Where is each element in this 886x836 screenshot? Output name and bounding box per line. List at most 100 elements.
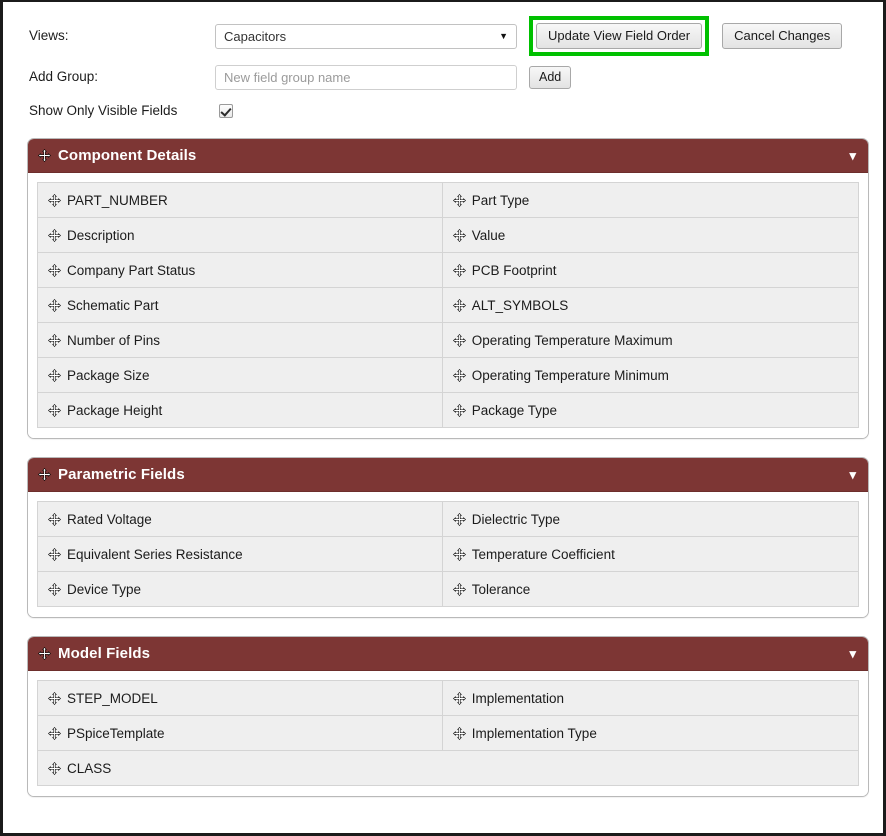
field-item[interactable]: Dielectric Type	[442, 502, 858, 537]
field-name: Package Type	[472, 403, 557, 418]
move-handle-icon[interactable]	[453, 264, 466, 277]
field-item[interactable]: Device Type	[38, 572, 443, 607]
move-handle-icon[interactable]	[38, 468, 51, 481]
field-item[interactable]: Tolerance	[442, 572, 858, 607]
field-item[interactable]: Schematic Part	[38, 288, 443, 323]
chevron-down-icon[interactable]: ▾	[849, 468, 856, 481]
field-name: Package Size	[67, 368, 150, 383]
add-group-button[interactable]: Add	[529, 66, 571, 89]
update-button-highlight: Update View Field Order	[529, 16, 709, 56]
field-order-editor-page: Views: Capacitors ▼ Update View Field Or…	[0, 0, 886, 836]
field-item[interactable]: PART_NUMBER	[38, 183, 443, 218]
move-handle-icon[interactable]	[48, 299, 61, 312]
move-handle-icon[interactable]	[453, 299, 466, 312]
show-only-visible-row: Show Only Visible Fields	[29, 99, 869, 123]
field-name: CLASS	[67, 761, 111, 776]
field-item[interactable]: PCB Footprint	[442, 253, 858, 288]
cancel-changes-button[interactable]: Cancel Changes	[722, 23, 842, 49]
move-handle-icon[interactable]	[453, 334, 466, 347]
field-item[interactable]: Package Size	[38, 358, 443, 393]
field-item[interactable]: CLASS	[38, 751, 859, 786]
move-handle-icon[interactable]	[48, 264, 61, 277]
views-select[interactable]: Capacitors ▼	[215, 24, 517, 49]
field-name: Schematic Part	[67, 298, 159, 313]
move-handle-icon[interactable]	[453, 583, 466, 596]
views-label: Views:	[29, 28, 215, 44]
chevron-down-icon[interactable]: ▾	[849, 149, 856, 162]
field-group-header[interactable]: Parametric Fields▾	[28, 458, 868, 492]
field-name: Company Part Status	[67, 263, 195, 278]
move-handle-icon[interactable]	[453, 692, 466, 705]
move-handle-icon[interactable]	[48, 513, 61, 526]
move-handle-icon[interactable]	[48, 404, 61, 417]
move-handle-icon[interactable]	[48, 334, 61, 347]
field-name: Implementation Type	[472, 726, 597, 741]
field-item[interactable]: Package Height	[38, 393, 443, 428]
field-name: Number of Pins	[67, 333, 160, 348]
field-item[interactable]: Value	[442, 218, 858, 253]
field-row: STEP_MODEL Implementation	[38, 681, 859, 716]
field-row: Number of Pins Operating Temperature Maxi…	[38, 323, 859, 358]
view-toolbar: Views: Capacitors ▼ Update View Field Or…	[17, 12, 869, 138]
field-item[interactable]: Equivalent Series Resistance	[38, 537, 443, 572]
field-item[interactable]: Company Part Status	[38, 253, 443, 288]
field-group-header[interactable]: Model Fields▾	[28, 637, 868, 671]
new-field-group-name-input[interactable]	[215, 65, 517, 90]
field-row: PSpiceTemplate Implementation Type	[38, 716, 859, 751]
move-handle-icon[interactable]	[453, 548, 466, 561]
chevron-down-icon: ▼	[493, 32, 508, 41]
move-handle-icon[interactable]	[48, 762, 61, 775]
field-row: Package Height Package Type	[38, 393, 859, 428]
show-only-visible-fields-checkbox[interactable]	[219, 104, 233, 118]
field-name: PCB Footprint	[472, 263, 557, 278]
views-row: Views: Capacitors ▼ Update View Field Or…	[29, 16, 869, 56]
field-name: Package Height	[67, 403, 162, 418]
move-handle-icon[interactable]	[48, 229, 61, 242]
field-item[interactable]: Number of Pins	[38, 323, 443, 358]
move-handle-icon[interactable]	[453, 229, 466, 242]
field-name: Temperature Coefficient	[472, 547, 615, 562]
chevron-down-icon[interactable]: ▾	[849, 647, 856, 660]
field-item[interactable]: Operating Temperature Maximum	[442, 323, 858, 358]
field-row: Schematic Part ALT_SYMBOLS	[38, 288, 859, 323]
field-name: PART_NUMBER	[67, 193, 168, 208]
update-view-field-order-button[interactable]: Update View Field Order	[536, 23, 702, 49]
field-row: Rated VoltageDielectric Type	[38, 502, 859, 537]
field-item[interactable]: Operating Temperature Minimum	[442, 358, 858, 393]
field-name: Device Type	[67, 582, 141, 597]
move-handle-icon[interactable]	[48, 548, 61, 561]
move-handle-icon[interactable]	[453, 727, 466, 740]
field-name: Operating Temperature Maximum	[472, 333, 673, 348]
move-handle-icon[interactable]	[48, 194, 61, 207]
field-name: ALT_SYMBOLS	[472, 298, 569, 313]
field-item[interactable]: ALT_SYMBOLS	[442, 288, 858, 323]
field-group-title: Model Fields	[58, 645, 849, 662]
field-item[interactable]: Description	[38, 218, 443, 253]
field-name: Value	[472, 228, 506, 243]
field-item[interactable]: Implementation Type	[442, 716, 858, 751]
move-handle-icon[interactable]	[453, 404, 466, 417]
move-handle-icon[interactable]	[38, 647, 51, 660]
move-handle-icon[interactable]	[48, 692, 61, 705]
field-item[interactable]: Implementation	[442, 681, 858, 716]
move-handle-icon[interactable]	[38, 149, 51, 162]
move-handle-icon[interactable]	[453, 513, 466, 526]
field-groups-container: Component Details▾PART_NUMBERPart TypeDe…	[17, 138, 869, 797]
move-handle-icon[interactable]	[48, 583, 61, 596]
field-name: STEP_MODEL	[67, 691, 158, 706]
field-item[interactable]: Temperature Coefficient	[442, 537, 858, 572]
field-item[interactable]: PSpiceTemplate	[38, 716, 443, 751]
add-group-label: Add Group:	[29, 69, 215, 85]
move-handle-icon[interactable]	[48, 369, 61, 382]
field-item[interactable]: Package Type	[442, 393, 858, 428]
field-item[interactable]: STEP_MODEL	[38, 681, 443, 716]
field-row: Equivalent Series Resistance Temperature …	[38, 537, 859, 572]
field-group-header[interactable]: Component Details▾	[28, 139, 868, 173]
field-name: Equivalent Series Resistance	[67, 547, 243, 562]
field-group-body: PART_NUMBER Part TypeDescription Value Comp…	[28, 173, 868, 438]
field-item[interactable]: Part Type	[442, 183, 858, 218]
move-handle-icon[interactable]	[453, 369, 466, 382]
field-item[interactable]: Rated Voltage	[38, 502, 443, 537]
move-handle-icon[interactable]	[453, 194, 466, 207]
move-handle-icon[interactable]	[48, 727, 61, 740]
